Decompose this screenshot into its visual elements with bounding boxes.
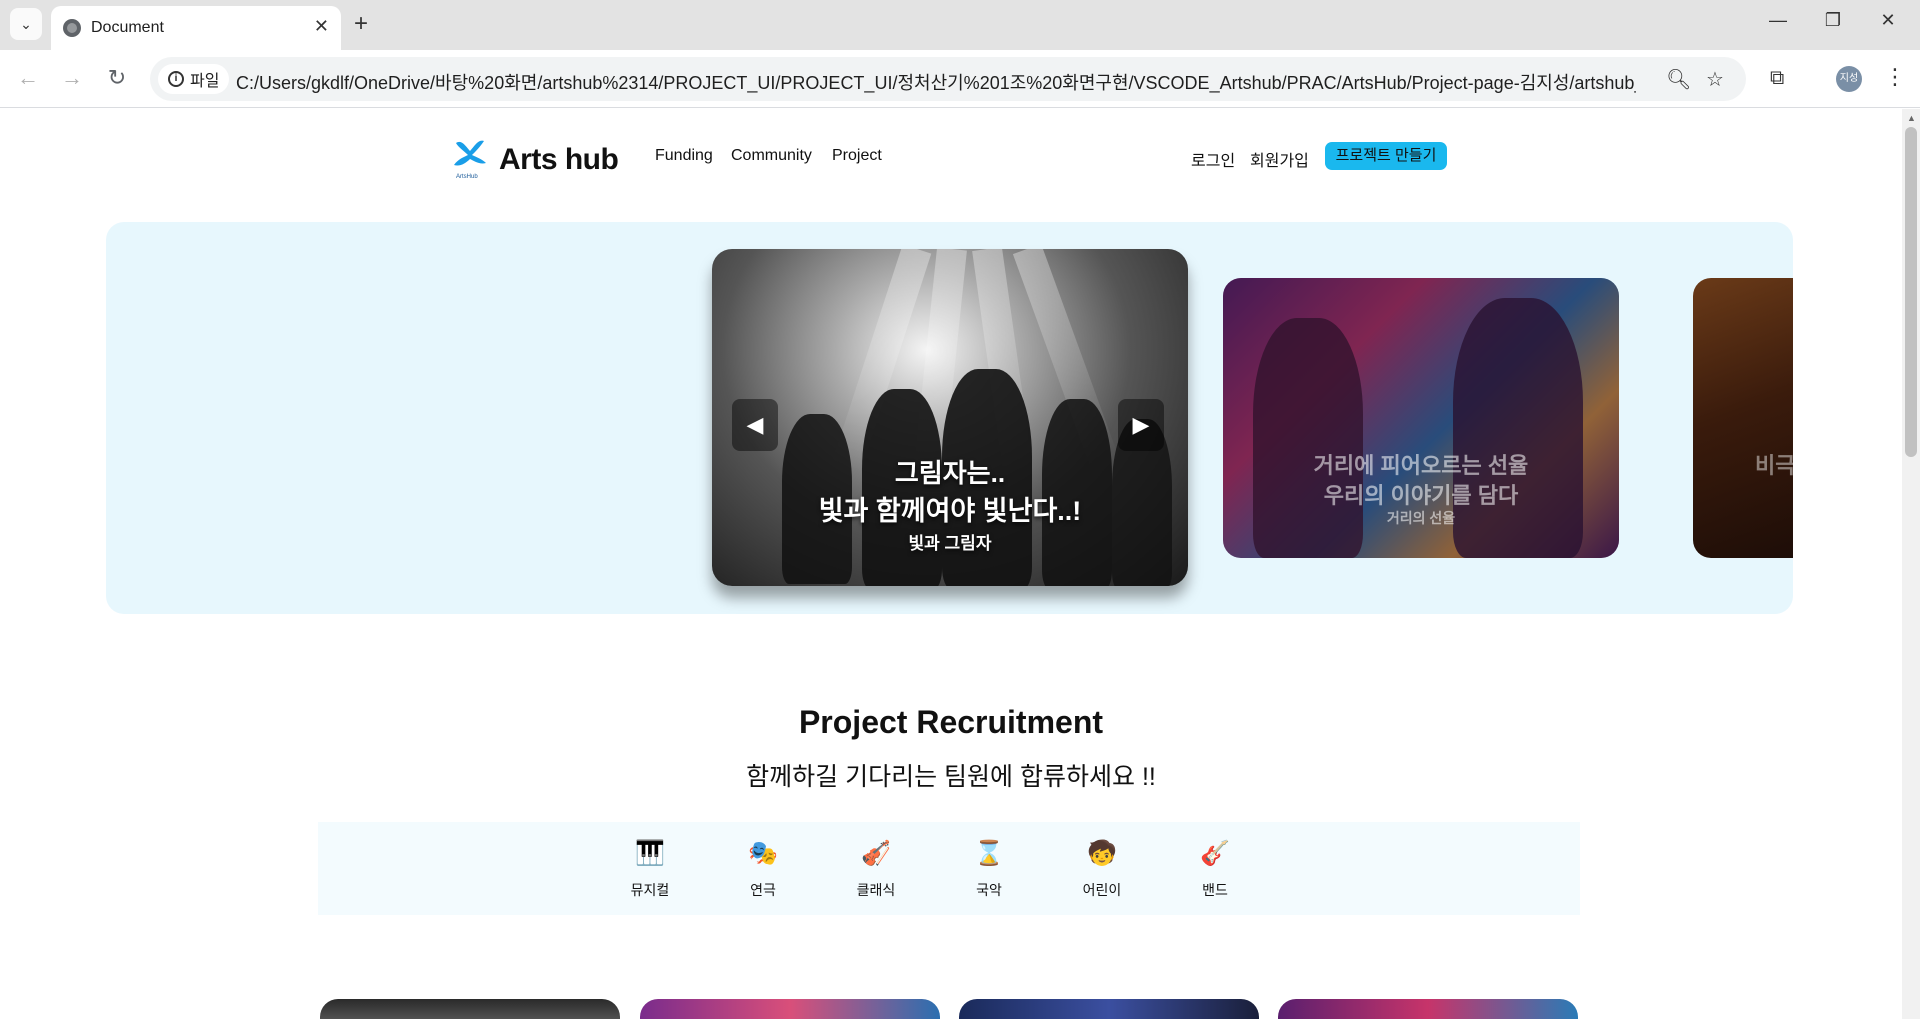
tab-search-button[interactable]: ⌄: [10, 8, 42, 40]
menu-kebab-icon[interactable]: ⋮: [1884, 64, 1906, 90]
forward-arrow-icon[interactable]: →: [56, 64, 88, 92]
carousel-prev-button[interactable]: ◀: [732, 399, 778, 451]
category-gugak[interactable]: ⌛ 국악: [949, 836, 1029, 900]
extensions-icon[interactable]: ⧉: [1770, 67, 1784, 90]
arts-hub-logo[interactable]: [452, 137, 488, 173]
category-children[interactable]: 🧒 어린이: [1062, 836, 1142, 900]
hero-carousel: ◀ ▶ 그림자는.. 빛과 함께여야 빛난다..! 빛과 그림자 거리에 피어오…: [106, 222, 1793, 614]
category-label: 연극: [750, 882, 776, 898]
slide-headline-partial: 비극: [1755, 453, 1793, 478]
nav-project[interactable]: Project: [832, 147, 882, 165]
window-close-icon[interactable]: ✕: [1868, 10, 1908, 31]
page-scrollbar[interactable]: ▲: [1902, 109, 1920, 1019]
category-label: 국악: [976, 882, 1002, 898]
info-icon: i: [168, 71, 184, 87]
slide-subtitle: 빛과 그림자: [908, 534, 992, 553]
signup-link[interactable]: 회원가입: [1250, 147, 1309, 171]
browser-tab-bar: ⌄ Document ✕ + — ❐ ✕: [0, 0, 1920, 50]
login-link[interactable]: 로그인: [1191, 147, 1235, 171]
category-musical[interactable]: 🎹 뮤지컬: [610, 836, 690, 900]
scroll-up-icon[interactable]: ▲: [1907, 113, 1916, 123]
category-label: 밴드: [1202, 882, 1228, 898]
category-label: 클래식: [856, 882, 896, 898]
back-arrow-icon[interactable]: ←: [12, 64, 44, 92]
category-panel: 🎹 뮤지컬 🎭 연극 🎻 클래식 ⌛ 국악 🧒 어린이 🎸 밴드: [318, 822, 1580, 915]
piano-icon: 🎹: [635, 840, 665, 867]
slide-headline-line2: 우리의 이야기를 담다: [1323, 483, 1519, 508]
restore-icon[interactable]: ❐: [1813, 10, 1853, 31]
violin-icon: 🎻: [861, 840, 891, 867]
tab-title: Document: [91, 19, 164, 36]
section-subtitle: 함께하길 기다리는 팀원에 합류하세요 !!: [746, 763, 1156, 791]
slide-subtitle: 거리의 선율: [1386, 510, 1456, 526]
nav-funding[interactable]: Funding: [655, 147, 713, 165]
child-icon: 🧒: [1087, 840, 1117, 867]
carousel-slide-active[interactable]: ◀ ▶ 그림자는.. 빛과 함께여야 빛난다..! 빛과 그림자: [712, 249, 1188, 586]
traditional-music-icon: ⌛: [974, 840, 1004, 867]
url-text[interactable]: C:/Users/gkdlf/OneDrive/바탕%20화면/artshub%…: [236, 69, 1636, 95]
theater-icon: 🎭: [748, 840, 778, 867]
site-info-chip[interactable]: i 파일: [158, 64, 230, 94]
browser-toolbar: ← → ↻ i 파일 C:/Users/gkdlf/OneDrive/바탕%20…: [0, 50, 1920, 108]
brand-name[interactable]: Arts hub: [499, 143, 619, 177]
category-classical[interactable]: 🎻 클래식: [836, 836, 916, 900]
slide-headline-line1: 그림자는..: [894, 458, 1006, 488]
project-card[interactable]: [1278, 999, 1578, 1019]
slide-headline-line1: 거리에 피어오르는 선율: [1313, 453, 1529, 478]
chevron-down-icon: ⌄: [20, 15, 32, 32]
carousel-slide-next[interactable]: 거리에 피어오르는 선율 우리의 이야기를 담다 거리의 선율: [1223, 278, 1619, 558]
zoom-icon[interactable]: 🔍︎: [1666, 67, 1691, 92]
nav-community[interactable]: Community: [731, 147, 812, 165]
minimize-icon[interactable]: —: [1758, 10, 1798, 31]
globe-icon: [63, 19, 81, 37]
category-band[interactable]: 🎸 밴드: [1175, 836, 1255, 900]
site-chip-label: 파일: [190, 73, 220, 90]
scroll-thumb[interactable]: [1905, 127, 1917, 457]
reload-icon[interactable]: ↻: [101, 64, 133, 92]
category-theater[interactable]: 🎭 연극: [723, 836, 803, 900]
caret-right-icon: ▶: [1132, 412, 1150, 437]
logo-caption: ArtsHub: [456, 174, 478, 180]
project-card[interactable]: [320, 999, 620, 1019]
browser-tab[interactable]: Document ✕: [51, 6, 341, 50]
slide-headline-line2: 빛과 함께여야 빛난다..!: [818, 496, 1082, 526]
new-tab-button[interactable]: +: [354, 10, 368, 38]
category-label: 어린이: [1082, 882, 1122, 898]
carousel-slide-partial[interactable]: 비극: [1693, 278, 1793, 558]
project-card[interactable]: [640, 999, 940, 1019]
create-project-button[interactable]: 프로젝트 만들기: [1325, 142, 1447, 170]
caret-left-icon: ◀: [746, 412, 764, 437]
section-title: Project Recruitment: [798, 704, 1104, 740]
address-bar[interactable]: i 파일 C:/Users/gkdlf/OneDrive/바탕%20화면/art…: [150, 57, 1746, 101]
bookmark-star-icon[interactable]: ☆: [1706, 67, 1724, 92]
project-card[interactable]: [959, 999, 1259, 1019]
category-label: 뮤지컬: [630, 882, 670, 898]
close-icon[interactable]: ✕: [314, 16, 329, 37]
carousel-next-button[interactable]: ▶: [1118, 399, 1164, 451]
guitar-icon: 🎸: [1200, 840, 1230, 867]
profile-avatar[interactable]: 지성: [1836, 66, 1862, 92]
